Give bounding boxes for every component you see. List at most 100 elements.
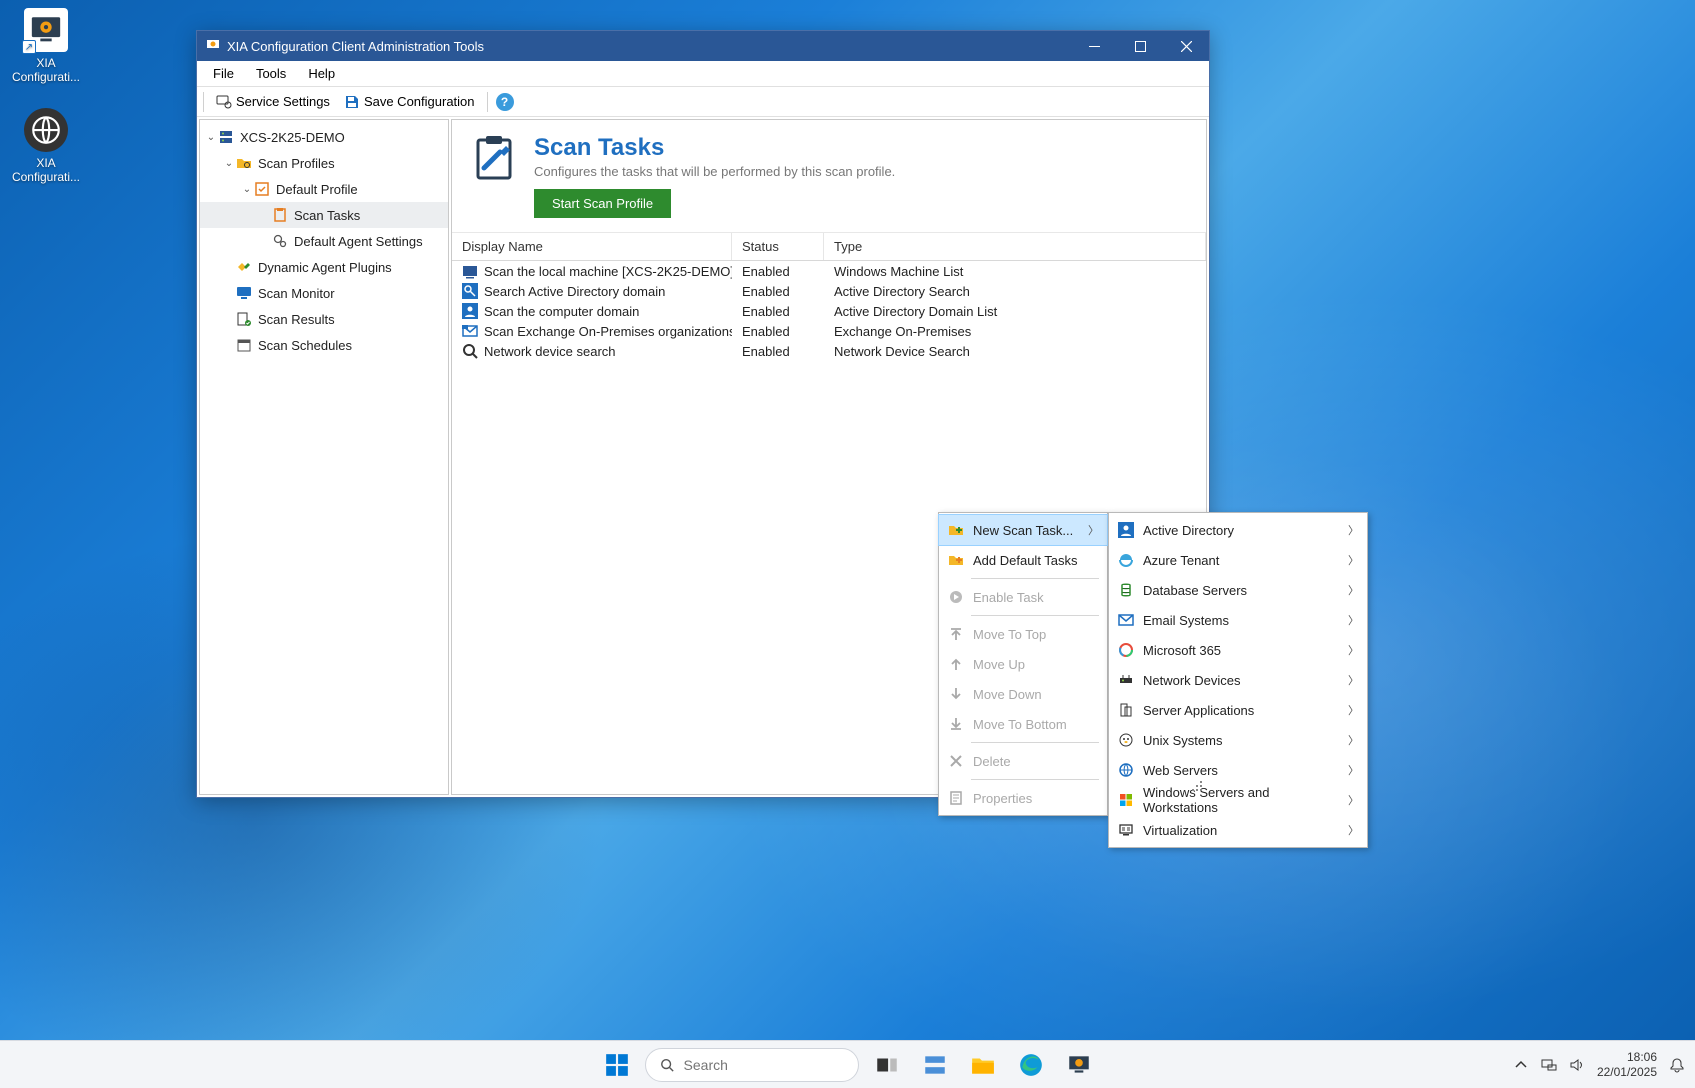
- menu-tools[interactable]: Tools: [246, 63, 296, 84]
- table-row[interactable]: Scan Exchange On-Premises organizationsE…: [452, 321, 1206, 341]
- xia-app-taskbar-button[interactable]: [1059, 1045, 1099, 1085]
- context-menu: New Scan Task...〉Add Default TasksEnable…: [938, 512, 1108, 816]
- collapse-icon[interactable]: ⌄: [240, 184, 254, 195]
- tree-label: Scan Schedules: [258, 338, 352, 353]
- column-header-type[interactable]: Type: [824, 233, 1206, 260]
- tree-label: Scan Results: [258, 312, 335, 327]
- tree-node-default-agent-settings[interactable]: Default Agent Settings: [200, 228, 448, 254]
- chevron-right-icon: 〉: [1088, 522, 1099, 538]
- table-row[interactable]: Scan the local machine [XCS-2K25-DEMO]En…: [452, 261, 1206, 281]
- main-pane: Scan Tasks Configures the tasks that wil…: [451, 119, 1207, 795]
- tree-node-scan-schedules[interactable]: Scan Schedules: [200, 332, 448, 358]
- maximize-button[interactable]: [1117, 31, 1163, 61]
- edge-icon: [1018, 1052, 1044, 1078]
- notifications-icon[interactable]: [1669, 1057, 1685, 1073]
- navigation-tree[interactable]: ⌄ XCS-2K25-DEMO ⌄ Scan Profiles ⌄ Defaul…: [199, 119, 449, 795]
- titlebar[interactable]: XIA Configuration Client Administration …: [197, 31, 1209, 61]
- context-item-new-scan-task[interactable]: New Scan Task...〉: [939, 515, 1107, 545]
- search-input[interactable]: [682, 1056, 844, 1074]
- table-row[interactable]: Scan the computer domainEnabledActive Di…: [452, 301, 1206, 321]
- context-subitem-icon: [1117, 671, 1135, 689]
- row-icon: [462, 303, 478, 319]
- tree-node-scan-profiles[interactable]: ⌄ Scan Profiles: [200, 150, 448, 176]
- gears-icon: [272, 233, 288, 249]
- context-subitem-label: Microsoft 365: [1143, 643, 1340, 658]
- context-item-add-default-tasks[interactable]: Add Default Tasks: [939, 545, 1107, 575]
- cell-display-name: Scan the computer domain: [484, 304, 639, 319]
- plugin-icon: [236, 259, 252, 275]
- table-row[interactable]: Network device searchEnabledNetwork Devi…: [452, 341, 1206, 361]
- context-item-icon: [947, 588, 965, 606]
- context-subitem-network-devices[interactable]: Network Devices〉: [1109, 665, 1367, 695]
- shortcut-arrow-icon: ↗: [22, 40, 36, 54]
- cell-display-name: Scan the local machine [XCS-2K25-DEMO]: [484, 264, 732, 279]
- toolbar-label: Save Configuration: [364, 94, 475, 109]
- context-subitem-server-applications[interactable]: Server Applications〉: [1109, 695, 1367, 725]
- collapse-icon[interactable]: ⌄: [222, 158, 236, 169]
- context-subitem-label: Azure Tenant: [1143, 553, 1340, 568]
- context-item-label: Move Down: [973, 687, 1099, 702]
- globe-icon: [29, 113, 63, 147]
- start-button[interactable]: [597, 1045, 637, 1085]
- menu-file[interactable]: File: [203, 63, 244, 84]
- table-row[interactable]: Search Active Directory domainEnabledAct…: [452, 281, 1206, 301]
- minimize-button[interactable]: [1071, 31, 1117, 61]
- context-subitem-unix-systems[interactable]: Unix Systems〉: [1109, 725, 1367, 755]
- collapse-icon[interactable]: ⌄: [204, 132, 218, 143]
- context-item-label: Move To Top: [973, 627, 1099, 642]
- resize-grip-icon[interactable]: [1190, 778, 1204, 792]
- context-separator: [971, 615, 1099, 616]
- cell-type: Active Directory Search: [824, 284, 1206, 299]
- context-subitem-database-servers[interactable]: Database Servers〉: [1109, 575, 1367, 605]
- column-header-display-name[interactable]: Display Name: [452, 233, 732, 260]
- context-item-move-to-bottom: Move To Bottom: [939, 709, 1107, 739]
- context-subitem-microsoft-365[interactable]: Microsoft 365〉: [1109, 635, 1367, 665]
- context-subitem-email-systems[interactable]: Email Systems 〉: [1109, 605, 1367, 635]
- service-settings-button[interactable]: Service Settings: [212, 92, 334, 112]
- context-subitem-icon: [1117, 611, 1135, 629]
- context-subitem-label: Email Systems: [1143, 613, 1340, 628]
- task-view-button[interactable]: [867, 1045, 907, 1085]
- tree-node-default-profile[interactable]: ⌄ Default Profile: [200, 176, 448, 202]
- context-subitem-label: Windows Servers and Workstations: [1143, 785, 1340, 815]
- chevron-up-icon[interactable]: [1513, 1057, 1529, 1073]
- sound-icon[interactable]: [1569, 1057, 1585, 1073]
- context-subitem-windows-servers-and-workstations[interactable]: Windows Servers and Workstations〉: [1109, 785, 1367, 815]
- column-header-status[interactable]: Status: [732, 233, 824, 260]
- context-item-icon: [947, 685, 965, 703]
- context-subitem-virtualization[interactable]: Virtualization〉: [1109, 815, 1367, 845]
- desktop-icon-xia-web[interactable]: XIA Configurati...: [8, 108, 84, 184]
- help-button[interactable]: ?: [496, 93, 514, 111]
- grid-header: Display Name Status Type: [452, 233, 1206, 261]
- menu-help[interactable]: Help: [298, 63, 345, 84]
- close-button[interactable]: [1163, 31, 1209, 61]
- context-subitem-azure-tenant[interactable]: Azure Tenant 〉: [1109, 545, 1367, 575]
- row-icon: [462, 263, 478, 279]
- chevron-right-icon: 〉: [1348, 822, 1359, 838]
- context-subitem-web-servers[interactable]: Web Servers〉: [1109, 755, 1367, 785]
- clock[interactable]: 18:06 22/01/2025: [1597, 1050, 1657, 1079]
- tree-node-scan-results[interactable]: Scan Results: [200, 306, 448, 332]
- context-subitem-icon: [1117, 791, 1135, 809]
- context-item-label: Move To Bottom: [973, 717, 1099, 732]
- tree-node-root[interactable]: ⌄ XCS-2K25-DEMO: [200, 124, 448, 150]
- context-subitem-active-directory[interactable]: Active Directory〉: [1109, 515, 1367, 545]
- tree-node-scan-tasks[interactable]: Scan Tasks: [200, 202, 448, 228]
- edge-browser-button[interactable]: [1011, 1045, 1051, 1085]
- context-item-move-to-top: Move To Top: [939, 619, 1107, 649]
- file-explorer-button[interactable]: [963, 1045, 1003, 1085]
- tree-node-dynamic-agent-plugins[interactable]: Dynamic Agent Plugins: [200, 254, 448, 280]
- chevron-right-icon: 〉: [1348, 552, 1359, 568]
- tree-node-scan-monitor[interactable]: Scan Monitor: [200, 280, 448, 306]
- taskbar-search[interactable]: [645, 1048, 859, 1082]
- cell-status: Enabled: [732, 304, 824, 319]
- context-subitem-icon: [1117, 821, 1135, 839]
- chevron-right-icon: 〉: [1348, 612, 1359, 628]
- chevron-right-icon: 〉: [1348, 672, 1359, 688]
- server-manager-button[interactable]: [915, 1045, 955, 1085]
- save-configuration-button[interactable]: Save Configuration: [340, 92, 479, 112]
- network-icon[interactable]: [1541, 1057, 1557, 1073]
- desktop-icon-xia-client[interactable]: ↗ XIA Configurati...: [8, 8, 84, 84]
- start-scan-profile-button[interactable]: Start Scan Profile: [534, 189, 671, 218]
- content-area: ⌄ XCS-2K25-DEMO ⌄ Scan Profiles ⌄ Defaul…: [197, 117, 1209, 797]
